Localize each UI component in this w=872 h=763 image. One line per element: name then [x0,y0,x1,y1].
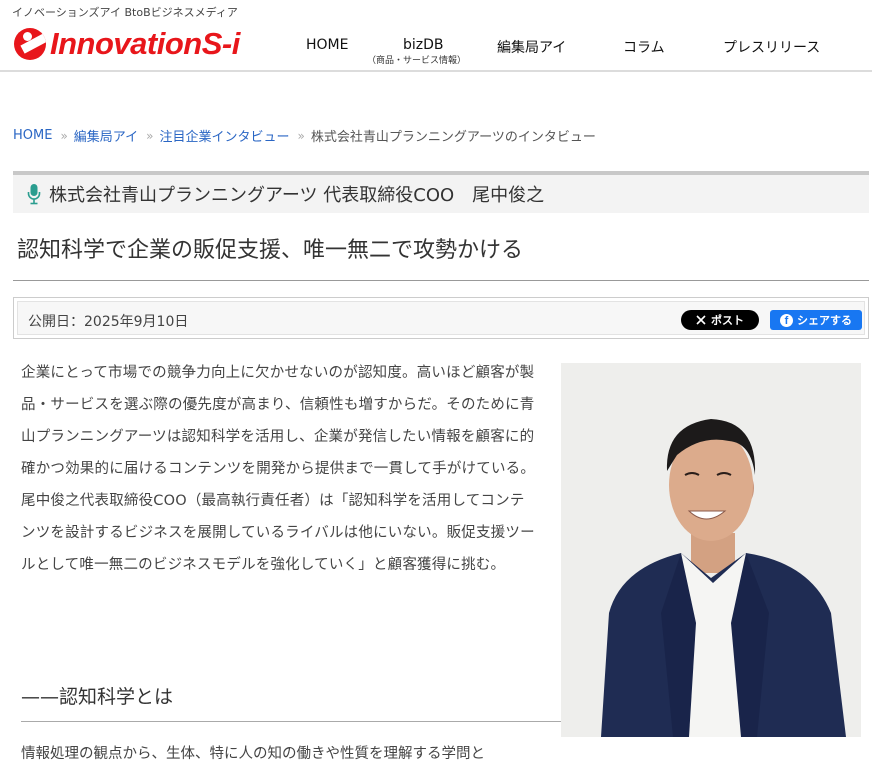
title-divider [13,280,869,281]
nav-item-bizdb-subtitle[interactable]: （商品・サービス情報） [367,53,466,66]
body-paragraph: 情報処理の観点から、生体、特に人の知の働きや性質を理解する学問と [21,746,485,762]
main-nav: HOME bizDB （商品・サービス情報） 編集局アイ コラム プレスリリース [0,37,872,67]
article-meta-inner: 公開日：2025年9月10日 ポスト f シェアする [17,301,865,335]
interviewee-photo [561,363,861,737]
breadcrumb-separator-icon: » [60,128,67,143]
nav-item-home[interactable]: HOME [306,37,348,53]
nav-item-editorial[interactable]: 編集局アイ [497,37,566,57]
x-post-button[interactable]: ポスト [681,310,759,330]
publish-date: 公開日：2025年9月10日 [28,314,189,330]
facebook-share-label: シェアする [797,314,852,327]
breadcrumb-home[interactable]: HOME [13,128,52,143]
x-logo-icon [696,315,706,325]
site-header: イノベーションズアイ BtoBビジネスメディア InnovationS-i HO… [0,0,872,72]
site-tagline: イノベーションズアイ BtoBビジネスメディア [12,6,238,19]
facebook-share-button[interactable]: f シェアする [770,310,862,330]
nav-item-column[interactable]: コラム [623,37,665,57]
breadcrumb-separator-icon: » [146,128,153,143]
nav-item-press-release[interactable]: プレスリリース [723,37,820,57]
interviewee-bar: 株式会社青山プランニングアーツ 代表取締役COO 尾中俊之 [13,171,869,213]
breadcrumb-editorial[interactable]: 編集局アイ [74,126,138,145]
section-heading: ——認知科学とは [21,686,174,708]
section-divider [21,721,561,722]
breadcrumb: HOME » 編集局アイ » 注目企業インタビュー » 株式会社青山プランニング… [13,126,596,145]
nav-item-bizdb[interactable]: bizDB [403,37,444,53]
microphone-icon [27,183,41,205]
breadcrumb-separator-icon: » [297,128,305,143]
breadcrumb-current: 株式会社青山プランニングアーツのインタビュー [310,130,596,145]
interviewee-name: 株式会社青山プランニングアーツ 代表取締役COO 尾中俊之 [49,185,545,206]
breadcrumb-interviews[interactable]: 注目企業インタビュー [160,126,290,145]
facebook-icon: f [780,313,793,327]
lead-paragraph: 企業にとって市場での競争力向上に欠かせないのが認知度。高いほど顧客が製品・サービ… [21,365,536,573]
article-title: 認知科学で企業の販促支援、唯一無二で攻勢かける [17,238,524,263]
x-post-label: ポスト [711,314,744,327]
article-meta: 公開日：2025年9月10日 ポスト f シェアする [13,297,869,339]
